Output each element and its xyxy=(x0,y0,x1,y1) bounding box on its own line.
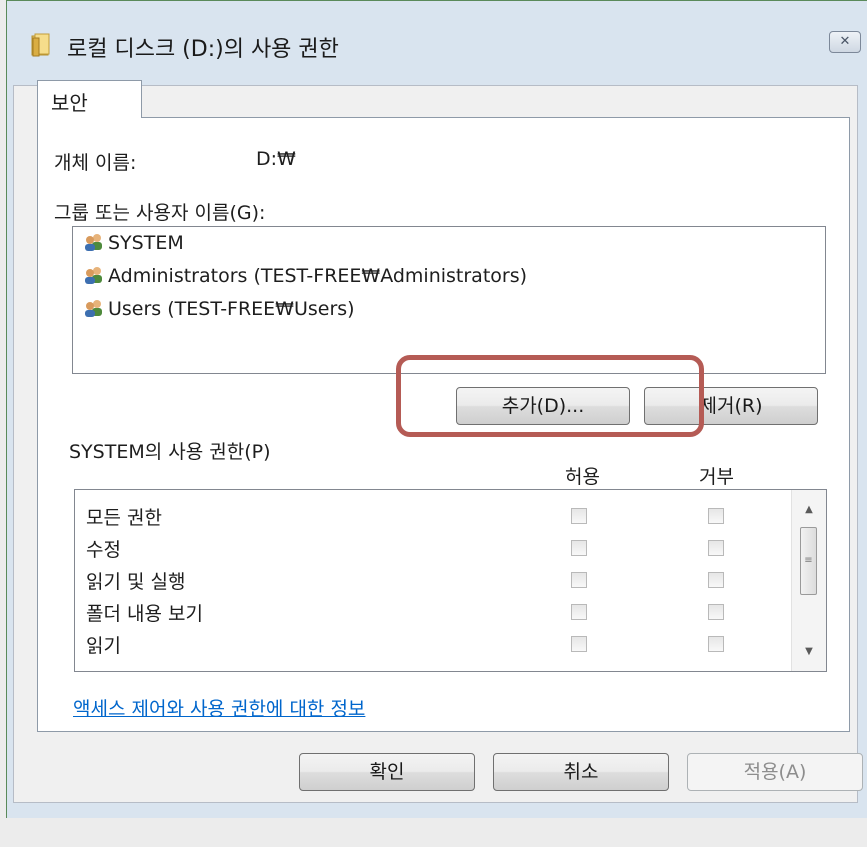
tab-security-label: 보안 xyxy=(51,91,88,115)
list-item[interactable]: Administrators (TEST-FREE₩Administrators… xyxy=(83,265,527,287)
apply-button-label: 적용(A) xyxy=(743,761,807,783)
allow-checkbox[interactable] xyxy=(571,572,587,588)
group-name: Administrators (TEST-FREE₩Administrators… xyxy=(108,265,528,287)
deny-checkbox[interactable] xyxy=(708,604,724,620)
users-icon xyxy=(85,300,102,317)
permission-name: 읽기 및 실행 xyxy=(86,571,186,593)
tab-security[interactable]: 보안 xyxy=(37,80,142,118)
cancel-button[interactable]: 취소 xyxy=(493,753,669,791)
scroll-down-icon[interactable]: ▼ xyxy=(792,640,826,664)
close-button[interactable]: ✕ xyxy=(829,31,861,53)
users-icon xyxy=(85,267,102,284)
permission-row: 폴더 내용 보기 xyxy=(75,596,785,628)
apply-button[interactable]: 적용(A) xyxy=(687,753,863,791)
ok-button[interactable]: 확인 xyxy=(299,753,475,791)
annotation-highlight xyxy=(396,355,704,437)
object-name-label: 개체 이름: xyxy=(54,152,137,174)
window-title: 로컬 디스크 (D:)의 사용 권한 xyxy=(67,37,339,62)
cancel-button-label: 취소 xyxy=(563,761,599,783)
allow-column-header: 허용 xyxy=(565,466,600,488)
permissions-label: SYSTEM의 사용 권한(P) xyxy=(69,441,271,463)
group-name: Users (TEST-FREE₩Users) xyxy=(108,298,355,320)
permission-row: 읽기 xyxy=(75,628,785,660)
deny-checkbox[interactable] xyxy=(708,572,724,588)
deny-column-header: 거부 xyxy=(699,466,734,488)
folder-icon xyxy=(31,33,50,57)
groups-label: 그룹 또는 사용자 이름(G): xyxy=(54,202,266,224)
permission-row: 모든 권한 xyxy=(75,500,785,532)
allow-checkbox[interactable] xyxy=(571,540,587,556)
deny-checkbox[interactable] xyxy=(708,540,724,556)
permission-name: 읽기 xyxy=(86,635,121,657)
scrollbar-thumb[interactable]: ≡ xyxy=(800,527,817,595)
remove-button-label: 제거(R) xyxy=(699,395,763,417)
permission-name: 수정 xyxy=(86,539,121,561)
permissions-dialog: 로컬 디스크 (D:)의 사용 권한 ✕ 보안 개체 이름: D:₩ 그룹 또는… xyxy=(6,0,867,818)
permissions-scrollbar[interactable]: ▲ ≡ ▼ xyxy=(791,490,826,671)
list-item[interactable]: SYSTEM xyxy=(83,232,184,254)
scroll-up-icon[interactable]: ▲ xyxy=(792,498,826,522)
permission-row: 수정 xyxy=(75,532,785,564)
object-name-value: D:₩ xyxy=(256,148,296,170)
groups-listbox[interactable]: SYSTEM Administrators (TEST-FREE₩Adminis… xyxy=(72,226,826,374)
permissions-listbox: 모든 권한 수정 읽기 및 실행 폴더 내용 보기 읽기 ▲ ≡ ▼ xyxy=(74,489,827,672)
access-control-info-link[interactable]: 액세스 제어와 사용 권한에 대한 정보 xyxy=(73,694,365,721)
permission-name: 모든 권한 xyxy=(86,507,162,529)
deny-checkbox[interactable] xyxy=(708,636,724,652)
permission-name: 폴더 내용 보기 xyxy=(86,603,203,625)
allow-checkbox[interactable] xyxy=(571,636,587,652)
deny-checkbox[interactable] xyxy=(708,508,724,524)
title-bar[interactable]: 로컬 디스크 (D:)의 사용 권한 ✕ xyxy=(7,1,867,85)
list-item[interactable]: Users (TEST-FREE₩Users) xyxy=(83,298,355,320)
allow-checkbox[interactable] xyxy=(571,508,587,524)
permission-row: 읽기 및 실행 xyxy=(75,564,785,596)
close-icon: ✕ xyxy=(839,34,851,49)
group-name: SYSTEM xyxy=(108,232,184,254)
allow-checkbox[interactable] xyxy=(571,604,587,620)
ok-button-label: 확인 xyxy=(369,761,405,783)
users-icon xyxy=(85,234,102,251)
